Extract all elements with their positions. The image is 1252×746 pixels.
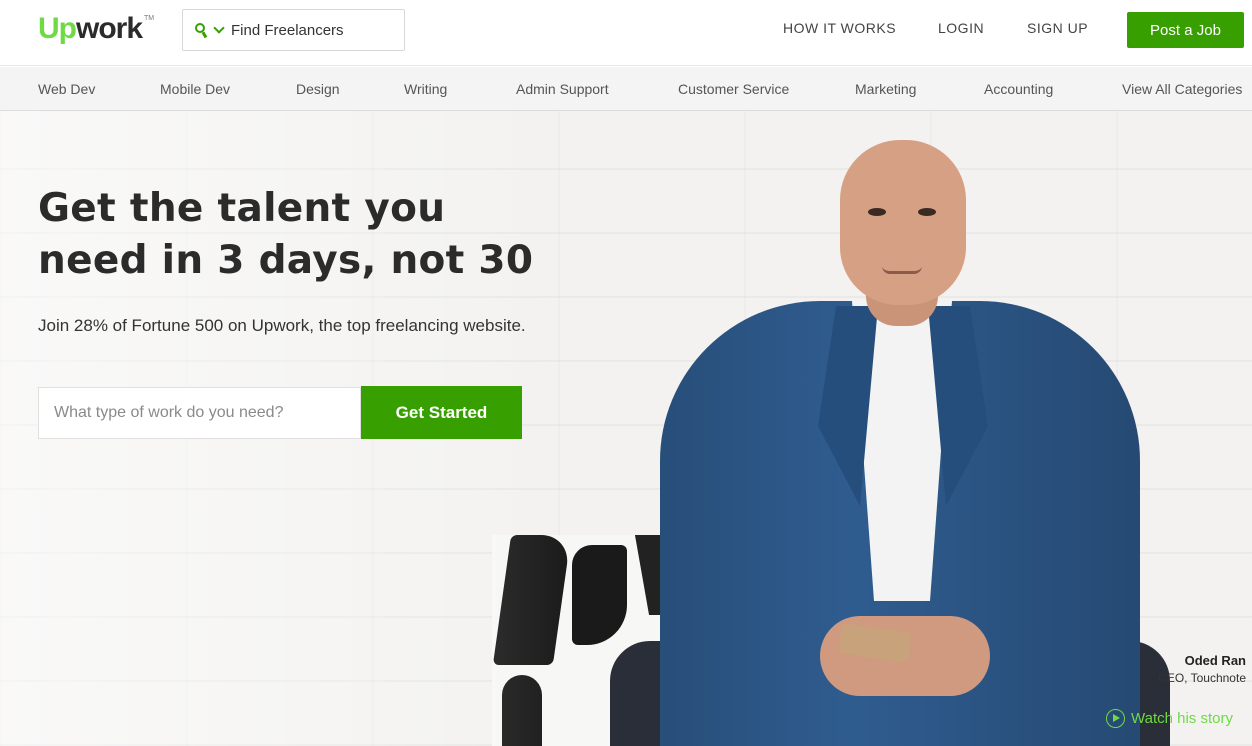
nav-how-it-works[interactable]: HOW IT WORKS <box>783 20 896 36</box>
person-head <box>840 140 966 305</box>
category-web-dev[interactable]: Web Dev <box>38 81 95 97</box>
category-accounting[interactable]: Accounting <box>984 81 1053 97</box>
logo-trademark: TM <box>144 15 155 22</box>
top-header: Up work TM Find Freelancers HOW IT WORKS L… <box>0 0 1252 66</box>
upwork-logo[interactable]: Up work TM <box>38 12 154 46</box>
watch-story-label: Watch his story <box>1131 710 1233 727</box>
category-design[interactable]: Design <box>296 81 340 97</box>
category-writing[interactable]: Writing <box>404 81 447 97</box>
work-search-input[interactable] <box>54 404 344 422</box>
headline-line-1: Get the talent you <box>38 186 446 231</box>
category-marketing[interactable]: Marketing <box>855 81 916 97</box>
nav-login[interactable]: LOGIN <box>938 20 984 36</box>
testimonial-name: Oded Ran <box>1184 653 1246 668</box>
category-customer-service[interactable]: Customer Service <box>678 81 789 97</box>
work-search-field[interactable] <box>38 387 361 439</box>
category-view-all[interactable]: View All Categories <box>1122 81 1242 97</box>
testimonial-caption: Oded Ran CEO, Touchnote <box>1158 653 1246 685</box>
category-mobile-dev[interactable]: Mobile Dev <box>160 81 230 97</box>
category-admin-support[interactable]: Admin Support <box>516 81 609 97</box>
watch-story-link[interactable]: Watch his story <box>1106 709 1233 728</box>
search-icon <box>195 23 209 39</box>
search-scope-label: Find Freelancers <box>231 21 344 39</box>
get-started-button[interactable]: Get Started <box>361 386 522 439</box>
play-circle-icon <box>1106 709 1125 728</box>
category-bar: Web Dev Mobile Dev Design Writing Admin … <box>0 67 1252 111</box>
hero-photo-person <box>590 136 1230 746</box>
chevron-down-icon[interactable] <box>213 22 225 34</box>
testimonial-role: CEO, Touchnote <box>1158 671 1246 685</box>
hero-headline: Get the talent you need in 3 days, not 3… <box>38 183 558 287</box>
logo-up-text: Up <box>38 12 77 45</box>
logo-work-text: work <box>76 12 143 45</box>
nav-sign-up[interactable]: SIGN UP <box>1027 20 1088 36</box>
find-freelancers-search[interactable]: Find Freelancers <box>182 9 405 51</box>
post-a-job-button[interactable]: Post a Job <box>1127 12 1244 48</box>
headline-line-2: need in 3 days, not 30 <box>38 238 534 283</box>
hero-subtext: Join 28% of Fortune 500 on Upwork, the t… <box>38 316 526 335</box>
